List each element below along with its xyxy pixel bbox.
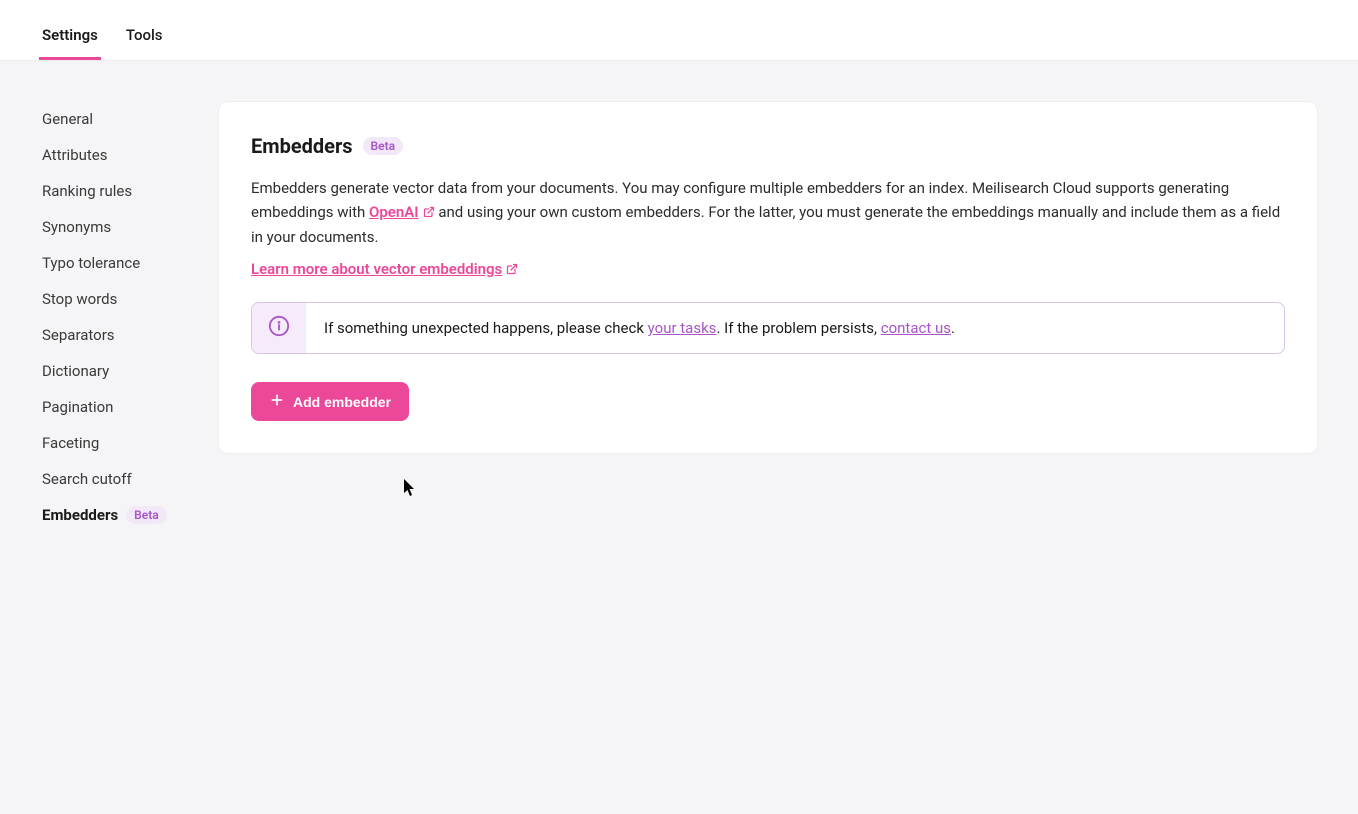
sidebar-item-label: Faceting <box>42 434 99 452</box>
card-header: Embedders Beta <box>251 134 1285 158</box>
sidebar-item-label: Stop words <box>42 290 117 308</box>
page-title: Embedders <box>251 134 353 158</box>
sidebar-item-label: Synonyms <box>42 218 111 236</box>
plus-icon <box>269 392 285 411</box>
learn-more-link[interactable]: Learn more about vector embeddings <box>251 260 518 278</box>
sidebar-item-label: Separators <box>42 326 115 344</box>
sidebar-item-separators[interactable]: Separators <box>42 317 218 353</box>
info-alert: If something unexpected happens, please … <box>251 302 1285 354</box>
sidebar-item-label: Typo tolerance <box>42 254 140 272</box>
contact-us-link[interactable]: contact us <box>881 319 951 337</box>
sidebar-item-general[interactable]: General <box>42 101 218 137</box>
beta-badge: Beta <box>126 506 167 524</box>
external-link-icon <box>506 258 518 282</box>
sidebar-item-synonyms[interactable]: Synonyms <box>42 209 218 245</box>
sidebar-item-label: Dictionary <box>42 362 109 380</box>
sidebar-item-label: Ranking rules <box>42 182 132 200</box>
sidebar-item-embedders[interactable]: Embedders Beta <box>42 497 218 533</box>
sidebar-item-stop-words[interactable]: Stop words <box>42 281 218 317</box>
tab-tools[interactable]: Tools <box>126 14 163 60</box>
sidebar-item-ranking-rules[interactable]: Ranking rules <box>42 173 218 209</box>
external-link-icon <box>423 201 435 225</box>
sidebar-item-dictionary[interactable]: Dictionary <box>42 353 218 389</box>
info-icon <box>268 315 290 341</box>
embedders-card: Embedders Beta Embedders generate vector… <box>218 101 1318 454</box>
info-icon-wrap <box>252 303 306 353</box>
add-embedder-label: Add embedder <box>293 394 391 410</box>
sidebar-item-label: Attributes <box>42 146 108 164</box>
sidebar: General Attributes Ranking rules Synonym… <box>0 61 218 533</box>
sidebar-item-faceting[interactable]: Faceting <box>42 425 218 461</box>
tabs: Settings Tools <box>42 14 163 60</box>
openai-link[interactable]: OpenAI <box>369 203 435 221</box>
alert-middle: . If the problem persists, <box>716 319 877 337</box>
description: Embedders generate vector data from your… <box>251 176 1285 249</box>
sidebar-item-search-cutoff[interactable]: Search cutoff <box>42 461 218 497</box>
alert-suffix: . <box>951 319 955 337</box>
sidebar-item-label: General <box>42 110 93 128</box>
sidebar-item-attributes[interactable]: Attributes <box>42 137 218 173</box>
sidebar-item-typo-tolerance[interactable]: Typo tolerance <box>42 245 218 281</box>
sidebar-item-label: Embedders <box>42 506 118 524</box>
topbar: Settings Tools <box>0 0 1358 61</box>
add-embedder-button[interactable]: Add embedder <box>251 382 409 421</box>
sidebar-item-label: Pagination <box>42 398 113 416</box>
sidebar-item-pagination[interactable]: Pagination <box>42 389 218 425</box>
your-tasks-link[interactable]: your tasks <box>648 319 717 337</box>
learn-more-row: Learn more about vector embeddings <box>251 257 1285 282</box>
beta-badge: Beta <box>363 137 404 155</box>
alert-prefix: If something unexpected happens, please … <box>324 319 644 337</box>
sidebar-item-label: Search cutoff <box>42 470 132 488</box>
tab-settings[interactable]: Settings <box>42 14 98 60</box>
main-content: Embedders Beta Embedders generate vector… <box>218 61 1358 533</box>
alert-text: If something unexpected happens, please … <box>306 303 973 353</box>
